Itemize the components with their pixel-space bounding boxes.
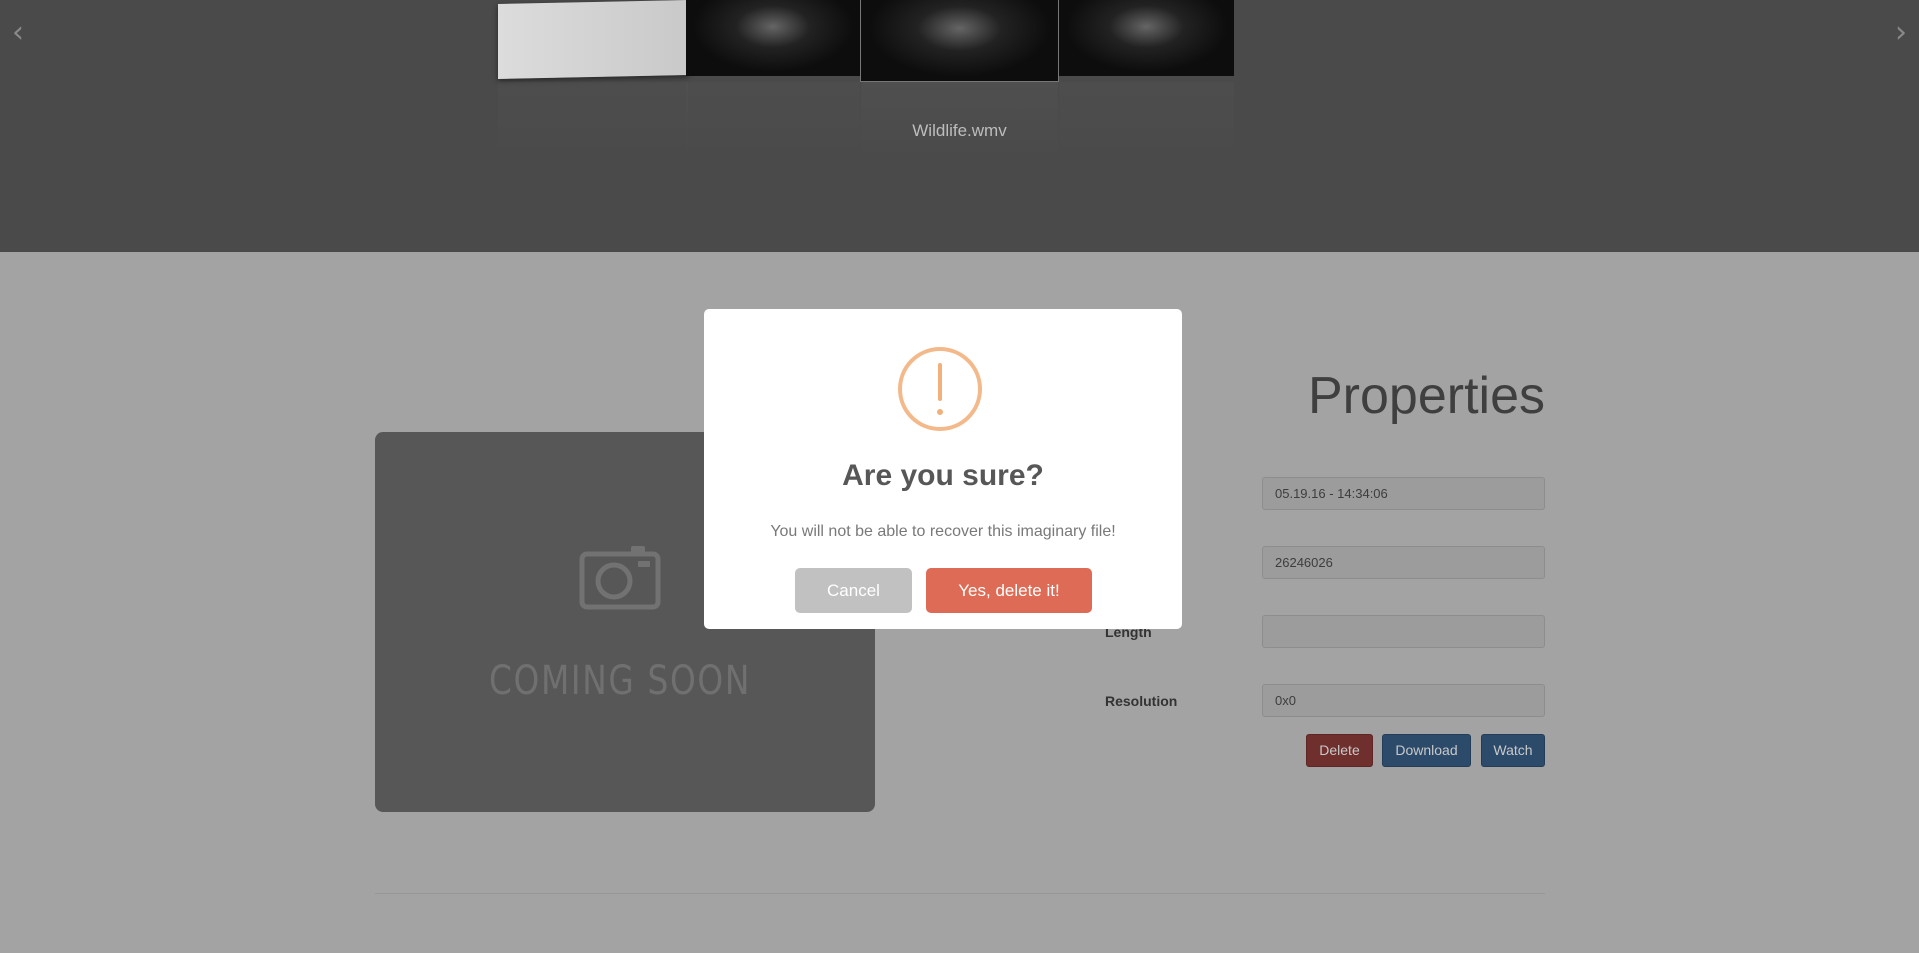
confirm-dialog: Are you sure? You will not be able to re…	[704, 309, 1182, 629]
confirm-delete-button[interactable]: Yes, delete it!	[926, 568, 1092, 613]
cancel-button[interactable]: Cancel	[795, 568, 912, 613]
dialog-title: Are you sure?	[842, 459, 1044, 492]
warning-icon-dot	[937, 409, 943, 415]
warning-icon-bar	[938, 363, 942, 401]
dialog-message: You will not be able to recover this ima…	[770, 523, 1116, 540]
warning-icon	[898, 347, 982, 431]
